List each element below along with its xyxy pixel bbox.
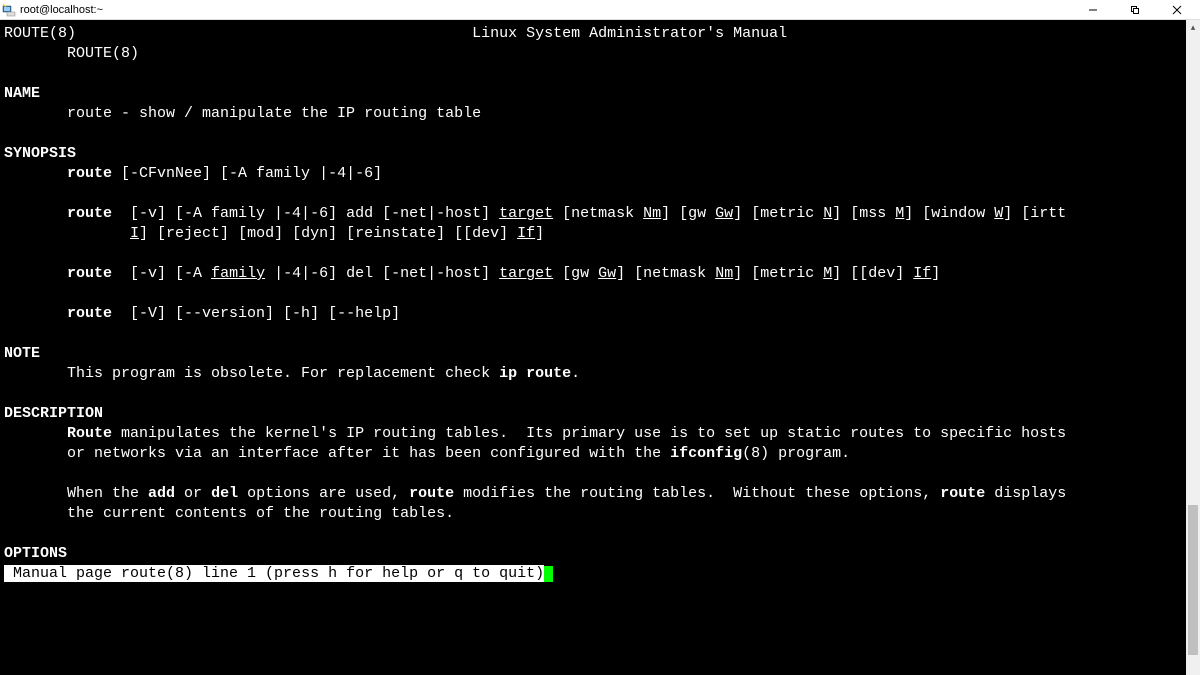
syn2-n: N <box>823 205 832 222</box>
desc-route3: route <box>940 485 985 502</box>
section-note: NOTE <box>4 345 40 362</box>
syn3-cmd: route <box>67 265 112 282</box>
syn2-cont-pad <box>4 225 130 242</box>
desc-del: del <box>211 485 238 502</box>
pager-status-line: Manual page route(8) line 1 (press h for… <box>4 565 544 582</box>
syn4-post: [-V] [--version] [-h] [--help] <box>112 305 400 322</box>
window-titlebar: root@localhost:~ <box>0 0 1200 20</box>
desc-l3-a: When the <box>4 485 148 502</box>
syn2-target: target <box>499 205 553 222</box>
putty-icon <box>2 3 16 17</box>
section-name: NAME <box>4 85 40 102</box>
syn3-b: |-4|-6] del [-net|-host] <box>265 265 499 282</box>
syn2-m: M <box>895 205 904 222</box>
close-button[interactable] <box>1156 0 1198 20</box>
syn4-pre <box>4 305 67 322</box>
desc-l3-c: options are used, <box>238 485 409 502</box>
syn2-nm: Nm <box>643 205 661 222</box>
syn2-pre <box>4 205 67 222</box>
syn3-d: ] [netmask <box>616 265 715 282</box>
syn2-c: ] [gw <box>661 205 715 222</box>
syn3-e: ] [metric <box>733 265 823 282</box>
scrollbar-thumb[interactable] <box>1188 505 1198 655</box>
section-synopsis: SYNOPSIS <box>4 145 76 162</box>
name-line: route - show / manipulate the IP routing… <box>4 105 481 122</box>
syn2-cmd: route <box>67 205 112 222</box>
syn3-g: ] <box>931 265 940 282</box>
desc-l4: the current contents of the routing tabl… <box>4 505 454 522</box>
syn3-gw: Gw <box>598 265 616 282</box>
desc-ifconfig: ifconfig <box>670 445 742 462</box>
terminal[interactable]: ROUTE(8) Linux System Administrator's Ma… <box>0 20 1186 675</box>
syn2-f: ] [window <box>904 205 994 222</box>
syn1-pre <box>4 165 67 182</box>
section-description: DESCRIPTION <box>4 405 103 422</box>
syn3-a: [-v] [-A <box>112 265 211 282</box>
maximize-button[interactable] <box>1114 0 1156 20</box>
syn1-cmd: route <box>67 165 112 182</box>
desc-l2-a: or networks via an interface after it ha… <box>4 445 670 462</box>
desc-l3-e: displays <box>985 485 1066 502</box>
desc-route: Route <box>67 425 112 442</box>
note-line-b: . <box>571 365 580 382</box>
desc-l3-b: or <box>175 485 211 502</box>
syn3-f: ] [[dev] <box>832 265 913 282</box>
syn3-m: M <box>823 265 832 282</box>
man-header-center: Linux System Administrator's Manual <box>472 25 787 42</box>
syn2-if: If <box>517 225 535 242</box>
syn2-i: I <box>130 225 139 242</box>
window-title: root@localhost:~ <box>20 4 103 16</box>
desc-l1-b: manipulates the kernel's IP routing tabl… <box>112 425 1066 442</box>
syn2-b: [netmask <box>553 205 643 222</box>
syn2-gw: Gw <box>715 205 733 222</box>
man-header-left: ROUTE(8) <box>4 25 76 42</box>
cursor <box>544 566 553 582</box>
syn1-post: [-CFvnNee] [-A family |-4|-6] <box>112 165 382 182</box>
minimize-button[interactable] <box>1072 0 1114 20</box>
syn3-family: family <box>211 265 265 282</box>
syn4-cmd: route <box>67 305 112 322</box>
syn2-a: [-v] [-A family |-4|-6] add [-net|-host] <box>112 205 499 222</box>
syn3-target: target <box>499 265 553 282</box>
syn3-c: [gw <box>553 265 598 282</box>
desc-l1-a <box>4 425 67 442</box>
desc-add: add <box>148 485 175 502</box>
syn2-d: ] [metric <box>733 205 823 222</box>
syn3-nm: Nm <box>715 265 733 282</box>
syn2-w: W <box>994 205 1003 222</box>
syn3-pre <box>4 265 67 282</box>
desc-route2: route <box>409 485 454 502</box>
man-header-wrap: ROUTE(8) <box>67 45 139 62</box>
note-line-a: This program is obsolete. For replacemen… <box>4 365 499 382</box>
scroll-up-icon[interactable]: ▴ <box>1186 20 1200 34</box>
syn2-e: ] [mss <box>832 205 895 222</box>
desc-l2-b: (8) program. <box>742 445 850 462</box>
syn2-g: ] [irtt <box>1003 205 1066 222</box>
scrollbar[interactable]: ▴ <box>1186 20 1200 675</box>
terminal-wrap: ROUTE(8) Linux System Administrator's Ma… <box>0 20 1200 675</box>
syn2-h: ] [reject] [mod] [dyn] [reinstate] [[dev… <box>139 225 517 242</box>
note-ip: ip route <box>499 365 571 382</box>
section-options: OPTIONS <box>4 545 67 562</box>
syn2-j: ] <box>535 225 544 242</box>
desc-l3-d: modifies the routing tables. Without the… <box>454 485 940 502</box>
syn3-if: If <box>913 265 931 282</box>
